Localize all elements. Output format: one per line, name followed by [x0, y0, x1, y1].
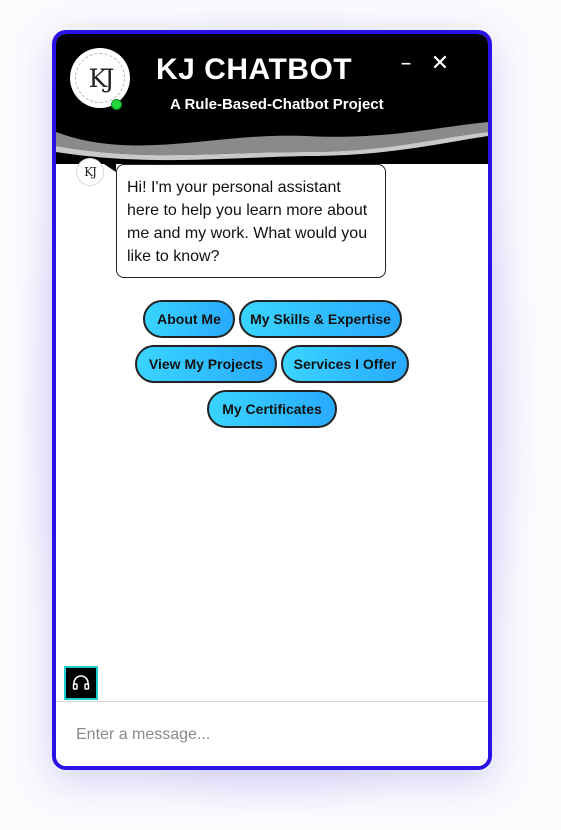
quick-reply-skills[interactable]: My Skills & Expertise	[239, 300, 402, 338]
quick-reply-services[interactable]: Services I Offer	[281, 345, 409, 383]
input-divider	[56, 701, 488, 702]
minimize-button[interactable]: –	[393, 50, 419, 76]
online-status-dot	[111, 99, 122, 110]
chat-subtitle: A Rule-Based-Chatbot Project	[170, 96, 384, 113]
quick-reply-about-me[interactable]: About Me	[143, 300, 235, 338]
bubble-tail	[104, 164, 116, 172]
bot-message-avatar: KJ	[76, 158, 104, 186]
minimize-icon: –	[400, 50, 412, 76]
chat-title: KJ CHATBOT	[156, 53, 353, 86]
chatbot-window: KJ KJ CHATBOT A Rule-Based-Chatbot Proje…	[52, 30, 492, 770]
close-button[interactable]: ✕	[427, 50, 453, 76]
bot-avatar: KJ	[70, 48, 130, 108]
header-wave	[56, 122, 488, 161]
avatar-monogram: KJ	[88, 63, 115, 93]
quick-reply-projects[interactable]: View My Projects	[135, 345, 277, 383]
headset-icon	[72, 675, 90, 690]
bot-message-bubble: Hi! I'm your personal assistant here to …	[116, 164, 386, 278]
quick-reply-certificates[interactable]: My Certificates	[207, 390, 337, 428]
close-icon: ✕	[430, 50, 450, 76]
message-input[interactable]	[56, 704, 488, 766]
live-agent-button[interactable]	[64, 666, 98, 700]
